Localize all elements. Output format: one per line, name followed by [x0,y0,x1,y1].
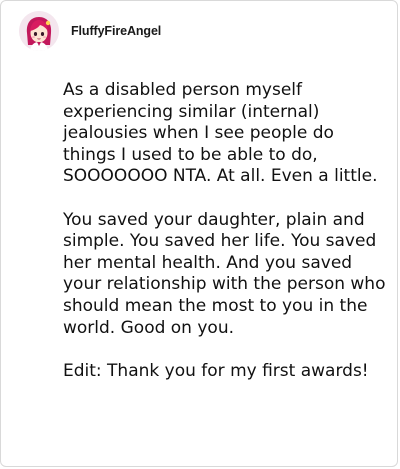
comment-body: As a disabled person myself experiencing… [63,80,389,382]
comment-paragraph: Edit: Thank you for my first awards! [63,360,369,381]
comment-header: FluffyFireAngel [19,11,161,51]
comment-paragraph: As a disabled person myself experiencing… [63,80,378,187]
comment-card: FluffyFireAngel As a disabled person mys… [0,0,398,467]
avatar[interactable] [19,11,59,51]
anime-girl-avatar-icon [19,11,59,51]
comment-paragraph: You saved your daughter, plain and simpl… [63,209,386,338]
username[interactable]: FluffyFireAngel [71,24,161,38]
